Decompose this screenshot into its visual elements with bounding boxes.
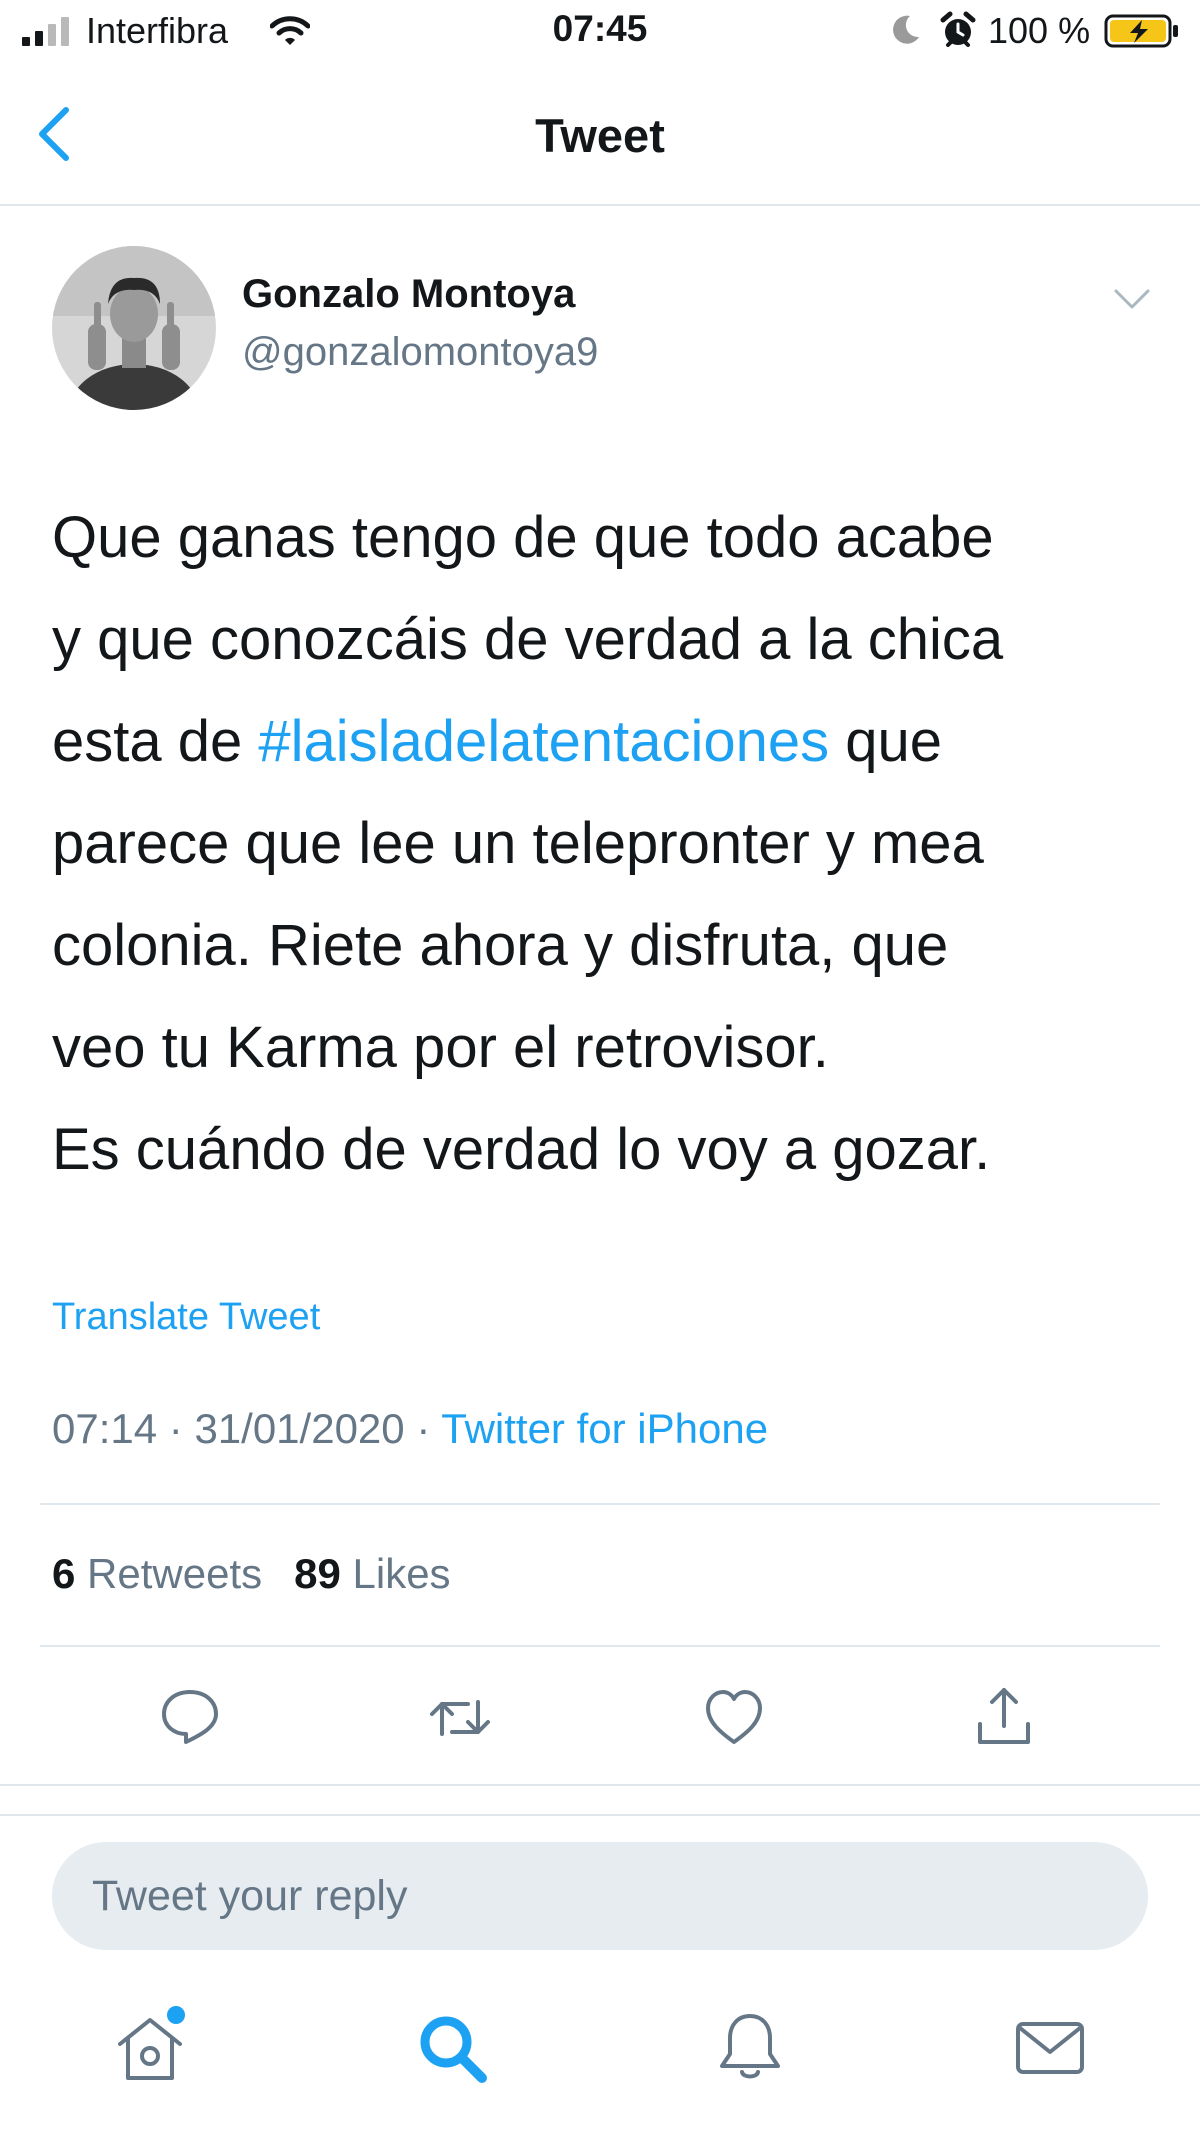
meta-separator: · <box>404 1405 442 1452</box>
tweet-text: Que ganas tengo de que todo acabe y que … <box>52 487 1182 1201</box>
tweet-line: Es cuándo de verdad lo voy a gozar. <box>52 1117 991 1182</box>
divider <box>0 1814 1200 1816</box>
tweet-stats: 6 Retweets 89 Likes <box>52 1550 451 1598</box>
author-name[interactable]: Gonzalo Montoya <box>242 272 575 317</box>
divider <box>40 1503 1160 1505</box>
tweet-metadata: 07:14 · 31/01/2020 · Twitter for iPhone <box>52 1405 768 1453</box>
tweet-date: 31/01/2020 <box>194 1405 405 1452</box>
tweet-line-text: que <box>829 709 943 774</box>
share-icon[interactable] <box>972 1684 1036 1748</box>
tweet-line: Que ganas tengo de que todo acabe <box>52 505 994 570</box>
tweet-line-text: esta de <box>52 709 259 774</box>
tweet-line: parece que lee un telepronter y mea <box>52 811 984 876</box>
bell-icon[interactable] <box>712 2008 788 2084</box>
tweet-source-link[interactable]: Twitter for iPhone <box>441 1405 768 1452</box>
battery-charging-icon <box>1104 14 1178 48</box>
retweets-label: Retweets <box>87 1550 263 1597</box>
status-bar: Interfibra 07:45 100 % <box>0 0 1200 66</box>
retweet-icon[interactable] <box>428 1686 492 1750</box>
notification-dot <box>167 2006 185 2024</box>
reply-placeholder: Tweet your reply <box>92 1872 408 1920</box>
meta-separator: · <box>157 1405 195 1452</box>
divider <box>40 1645 1160 1647</box>
heart-icon[interactable] <box>702 1686 766 1750</box>
page-title: Tweet <box>535 109 665 162</box>
tweet-line: colonia. Riete ahora y disfruta, que <box>52 913 949 978</box>
translate-tweet-link[interactable]: Translate Tweet <box>52 1296 320 1339</box>
divider <box>0 1784 1200 1786</box>
retweets-count: 6 <box>52 1550 76 1597</box>
hashtag-link[interactable]: #laisladelatentaciones <box>258 709 829 774</box>
tweet-line: y que conozcáis de verdad a la chica <box>52 607 1004 672</box>
envelope-icon[interactable] <box>1012 2010 1088 2086</box>
search-icon[interactable] <box>414 2010 490 2086</box>
do-not-disturb-moon-icon <box>893 15 919 44</box>
likes-stat[interactable]: 89 Likes <box>294 1550 450 1597</box>
tweet-line: esta de #laisladelatentaciones que <box>52 691 1182 793</box>
likes-label: Likes <box>352 1550 451 1597</box>
battery-percentage: 100 % <box>988 10 1091 51</box>
nav-divider <box>0 204 1200 206</box>
avatar[interactable] <box>52 246 216 410</box>
reply-input[interactable]: Tweet your reply <box>52 1842 1148 1950</box>
avatar-photo <box>52 246 216 410</box>
alarm-clock-icon <box>940 11 976 47</box>
tweet-time: 07:14 <box>52 1405 158 1452</box>
chevron-down-icon[interactable] <box>1112 284 1152 314</box>
likes-count: 89 <box>294 1550 341 1597</box>
author-handle[interactable]: @gonzalomontoya9 <box>242 330 598 375</box>
reply-icon[interactable] <box>158 1684 222 1748</box>
tweet-line: veo tu Karma por el retrovisor. <box>52 1015 829 1080</box>
retweets-stat[interactable]: 6 Retweets <box>52 1550 262 1597</box>
